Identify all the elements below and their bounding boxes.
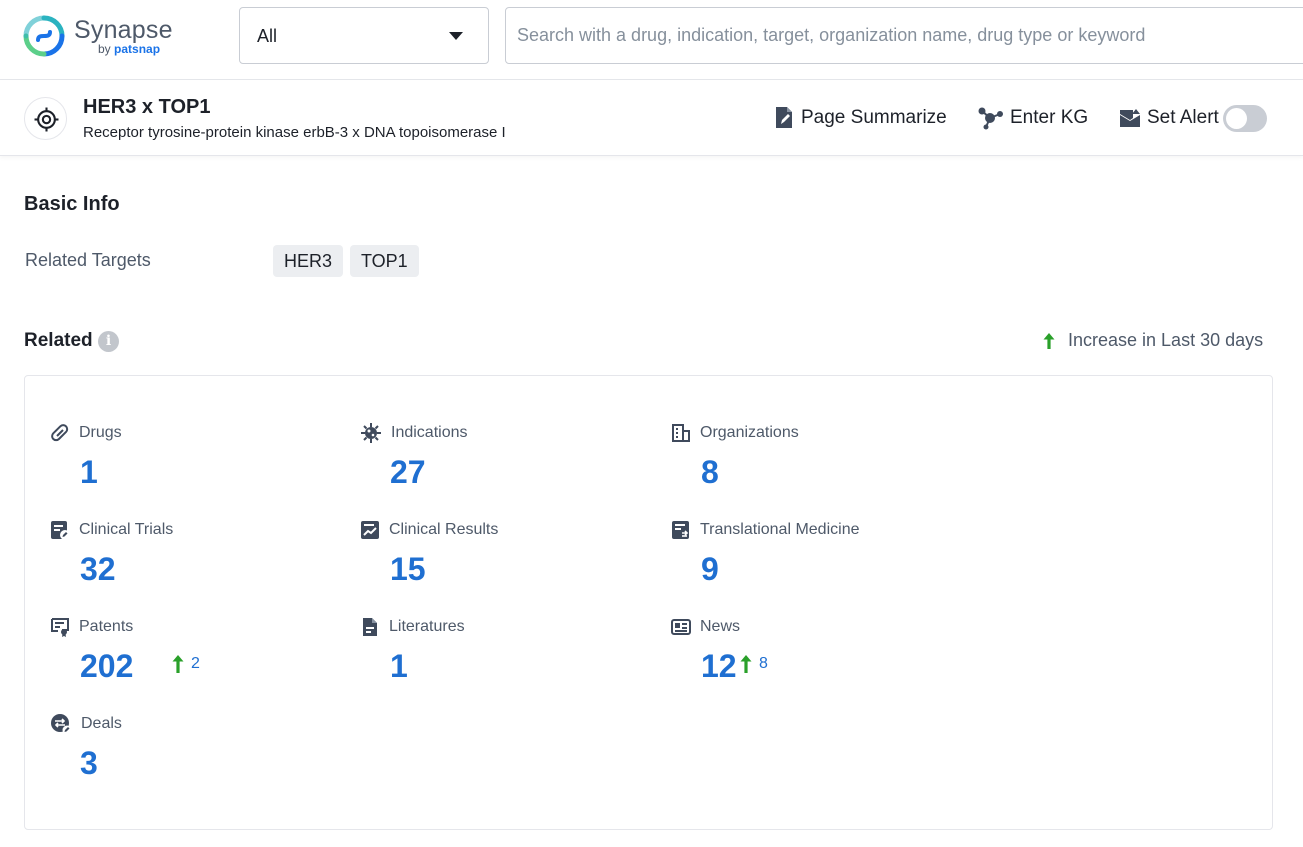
toggle-knob xyxy=(1226,108,1247,129)
top-navigation-bar: Synapse by patsnap All xyxy=(0,0,1303,80)
set-alert-toggle[interactable] xyxy=(1223,105,1267,132)
stat-label: Translational Medicine xyxy=(700,521,859,539)
logo-by: by xyxy=(98,42,111,56)
chart-document-icon xyxy=(360,520,380,540)
stat-increase: 2 xyxy=(171,654,200,674)
document-icon xyxy=(360,617,380,637)
stat-deals[interactable]: Deals 3 xyxy=(50,713,350,793)
enter-kg-button[interactable]: Enter KG xyxy=(976,104,1088,132)
stat-label: Drugs xyxy=(79,424,122,442)
enter-kg-label: Enter KG xyxy=(1010,107,1088,129)
stat-clinical-results[interactable]: Clinical Results 15 xyxy=(360,519,660,599)
knowledge-graph-icon xyxy=(976,106,1004,130)
page-summarize-button[interactable]: Page Summarize xyxy=(773,104,947,132)
synapse-logo-icon xyxy=(22,14,66,58)
stat-value: 12 xyxy=(701,648,737,685)
info-icon[interactable]: i xyxy=(98,331,119,352)
stat-value: 202 xyxy=(80,648,133,685)
stat-label: News xyxy=(700,618,740,636)
target-tag-her3[interactable]: HER3 xyxy=(273,245,343,277)
entity-header: HER3 x TOP1 Receptor tyrosine-protein ki… xyxy=(0,80,1303,156)
page-summarize-label: Page Summarize xyxy=(801,107,947,129)
building-icon xyxy=(671,423,691,443)
newspaper-icon xyxy=(671,617,691,637)
stat-value: 15 xyxy=(390,551,426,588)
stat-news[interactable]: News 12 8 xyxy=(671,616,971,696)
target-tag-top1[interactable]: TOP1 xyxy=(350,245,419,277)
stat-label: Clinical Trials xyxy=(79,521,173,539)
stat-value: 9 xyxy=(701,551,719,588)
increase-legend-label: Increase in Last 30 days xyxy=(1068,330,1263,351)
arrow-up-icon xyxy=(1042,332,1056,350)
target-type-badge xyxy=(24,97,67,140)
stat-value: 32 xyxy=(80,551,116,588)
stat-clinical-trials[interactable]: Clinical Trials 32 xyxy=(50,519,350,599)
virus-icon xyxy=(360,422,382,444)
logo-byline: by patsnap xyxy=(98,42,160,56)
logo-name: Synapse xyxy=(74,16,173,45)
stat-value: 3 xyxy=(80,745,98,782)
stat-value: 1 xyxy=(80,454,98,491)
alert-mail-icon xyxy=(1119,107,1141,129)
stat-label: Deals xyxy=(81,715,122,733)
stat-increase-value: 8 xyxy=(759,655,768,673)
stat-translational-medicine[interactable]: Translational Medicine 9 xyxy=(671,519,971,599)
stat-increase: 8 xyxy=(739,654,768,674)
patent-certificate-icon xyxy=(50,617,70,637)
search-input[interactable] xyxy=(505,7,1303,64)
set-alert-button[interactable]: Set Alert xyxy=(1119,104,1219,132)
clipboard-edit-icon xyxy=(50,520,70,540)
search-scope-value: All xyxy=(257,26,277,47)
logo-brand: patsnap xyxy=(114,42,160,56)
document-transfer-icon xyxy=(671,520,691,540)
stat-label: Literatures xyxy=(389,618,465,636)
stat-patents[interactable]: Patents 202 2 xyxy=(50,616,350,696)
increase-legend: Increase in Last 30 days xyxy=(1042,330,1263,351)
arrow-up-icon xyxy=(171,654,185,674)
stat-increase-value: 2 xyxy=(191,655,200,673)
related-targets-label: Related Targets xyxy=(25,250,151,271)
arrow-up-icon xyxy=(739,654,753,674)
stat-label: Organizations xyxy=(700,424,799,442)
search-scope-select[interactable]: All xyxy=(239,7,489,64)
set-alert-label: Set Alert xyxy=(1147,107,1219,129)
stat-value: 27 xyxy=(390,454,426,491)
stat-label: Clinical Results xyxy=(389,521,498,539)
stat-label: Patents xyxy=(79,618,133,636)
related-heading: Related xyxy=(24,330,93,352)
pill-icon xyxy=(50,423,70,443)
stat-value: 8 xyxy=(701,454,719,491)
stat-value: 1 xyxy=(390,648,408,685)
page-title: HER3 x TOP1 xyxy=(83,96,210,119)
deal-exchange-icon xyxy=(50,713,72,735)
caret-down-icon xyxy=(449,32,463,40)
synapse-logo[interactable]: Synapse by patsnap xyxy=(22,14,182,60)
stat-drugs[interactable]: Drugs 1 xyxy=(50,422,350,502)
crosshair-target-icon xyxy=(34,107,59,132)
page-subtitle: Receptor tyrosine-protein kinase erbB-3 … xyxy=(83,124,506,141)
stat-organizations[interactable]: Organizations 8 xyxy=(671,422,971,502)
stat-indications[interactable]: Indications 27 xyxy=(360,422,660,502)
stat-label: Indications xyxy=(391,424,468,442)
basic-info-heading: Basic Info xyxy=(24,193,120,216)
related-stats-card: Drugs 1 Indications 27 xyxy=(24,375,1273,830)
stat-literatures[interactable]: Literatures 1 xyxy=(360,616,660,696)
document-edit-icon xyxy=(773,106,795,130)
